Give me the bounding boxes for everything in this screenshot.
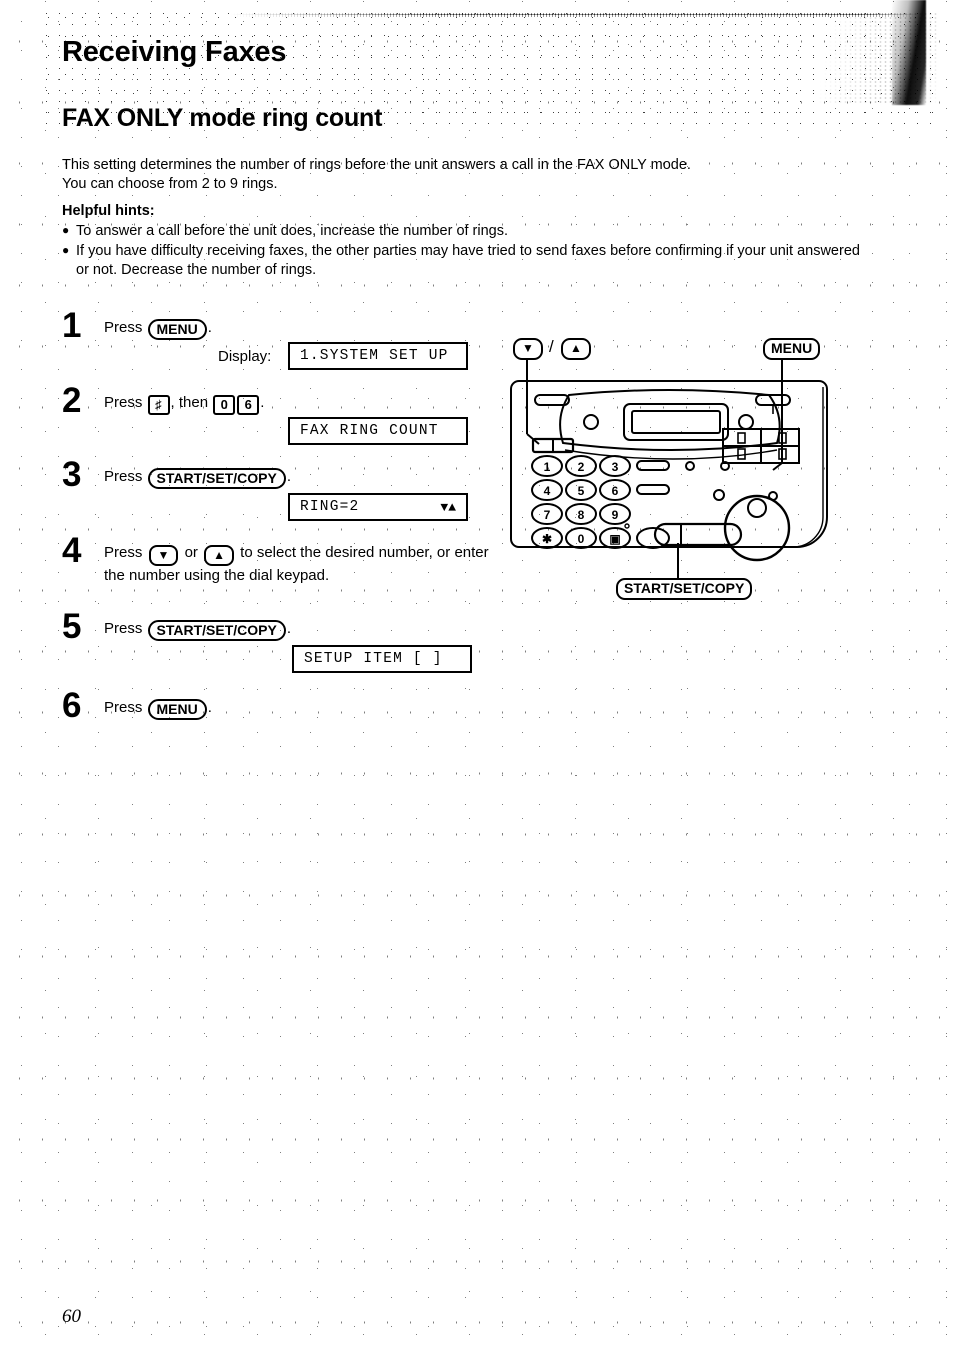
hint-text: If you have difficulty receiving faxes, … bbox=[76, 243, 860, 278]
digit-0-key: 0 bbox=[213, 395, 236, 415]
up-arrow-key: ▲ bbox=[204, 545, 234, 566]
scan-edge-smear-artifact bbox=[818, 12, 938, 104]
chapter-title: Receiving Faxes bbox=[62, 36, 287, 68]
bullet-icon: ● bbox=[62, 223, 70, 237]
svg-text:2: 2 bbox=[578, 460, 585, 474]
step-number: 4 bbox=[62, 531, 82, 570]
intro-line-2: You can choose from 2 to 9 rings. bbox=[62, 176, 278, 192]
step-number: 5 bbox=[62, 607, 82, 646]
hint-text: To answer a call before the unit does, i… bbox=[76, 223, 509, 239]
fax-control-panel-illustration: 1 2 3 4 5 6 7 8 9 ✱ 0 ▣ bbox=[510, 358, 828, 578]
panel-button-side-lower bbox=[636, 484, 670, 495]
or-label: or bbox=[184, 544, 198, 561]
step-number: 1 bbox=[62, 306, 82, 345]
start-set-copy-key: START/SET/COPY bbox=[147, 620, 286, 641]
period: . bbox=[260, 394, 265, 411]
press-label: Press bbox=[104, 699, 143, 716]
step-instruction: Press MENU. bbox=[104, 698, 212, 720]
scan-edge-dark-artifact bbox=[892, 0, 926, 105]
start-set-copy-key: START/SET/COPY bbox=[147, 468, 286, 489]
press-label: Press bbox=[104, 394, 143, 411]
display-label: Display: bbox=[218, 348, 272, 365]
digit-6-key: 6 bbox=[237, 395, 260, 415]
svg-text:6: 6 bbox=[612, 484, 619, 498]
indicator-light-1 bbox=[685, 461, 695, 471]
lcd-text: FAX RING COUNT bbox=[300, 423, 439, 439]
lcd-bezel bbox=[623, 403, 729, 441]
lcd-text: 1.SYSTEM SET UP bbox=[300, 348, 449, 364]
step-instruction: Press ♯, then 06. bbox=[104, 393, 264, 415]
svg-text:8: 8 bbox=[578, 508, 585, 522]
svg-text:7: 7 bbox=[544, 508, 551, 522]
step-number: 6 bbox=[62, 686, 82, 725]
leader-line-menu-elbow bbox=[772, 462, 783, 471]
bullet-icon: ● bbox=[62, 243, 70, 257]
list-item: ● To answer a call before the unit does,… bbox=[62, 222, 862, 241]
section-title: FAX ONLY mode ring count bbox=[62, 104, 383, 132]
indicator-dot bbox=[624, 523, 630, 529]
period: . bbox=[207, 699, 212, 716]
console-button-right bbox=[738, 414, 754, 430]
svg-text:✱: ✱ bbox=[542, 532, 552, 546]
menu-key: MENU bbox=[147, 699, 207, 720]
lcd-text: RING=2 bbox=[300, 499, 360, 515]
dial-knob bbox=[723, 494, 791, 562]
step-instruction: Press MENU. bbox=[104, 318, 212, 340]
page-number: 60 bbox=[62, 1306, 81, 1327]
down-arrow-key: ▼ bbox=[148, 545, 179, 566]
period: . bbox=[286, 620, 291, 637]
intro-line-1: This setting determines the number of ri… bbox=[62, 157, 691, 173]
intro-paragraph: This setting determines the number of ri… bbox=[62, 156, 862, 194]
panel-button-side-upper bbox=[636, 460, 670, 471]
lcd-arrow-indicators: ▼▲ bbox=[440, 499, 456, 515]
button-block-quad bbox=[722, 428, 800, 464]
hash-key: ♯ bbox=[147, 395, 170, 415]
lcd-display-setup-item: SETUP ITEM [ ] bbox=[292, 645, 472, 673]
period: . bbox=[207, 319, 212, 336]
menu-key: MENU bbox=[147, 319, 207, 340]
list-item: ● If you have difficulty receiving faxes… bbox=[62, 242, 862, 280]
indicator-light-3 bbox=[713, 489, 725, 501]
then-label: , then bbox=[170, 394, 209, 411]
svg-text:5: 5 bbox=[578, 484, 585, 498]
step-number: 3 bbox=[62, 455, 82, 494]
svg-text:9: 9 bbox=[612, 508, 619, 522]
press-label: Press bbox=[104, 319, 143, 336]
dial-knob-indicator bbox=[747, 498, 767, 518]
dial-keypad-labels: 1 2 3 4 5 6 7 8 9 ✱ 0 ▣ bbox=[542, 460, 621, 546]
period: . bbox=[286, 468, 291, 485]
lcd-display-ring-value: RING=2 ▼▲ bbox=[288, 493, 468, 521]
step-number: 2 bbox=[62, 381, 82, 420]
svg-text:3: 3 bbox=[612, 460, 619, 474]
console-button-left bbox=[583, 414, 599, 430]
svg-text:4: 4 bbox=[544, 484, 551, 498]
lcd-display-fax-ring-count: FAX RING COUNT bbox=[288, 417, 468, 445]
step-instruction: Press START/SET/COPY. bbox=[104, 619, 291, 641]
svg-text:0: 0 bbox=[578, 532, 585, 546]
step-instruction: Press START/SET/COPY. bbox=[104, 467, 291, 489]
fax-machine-diagram: ▼ / ▲ MENU START/SET/COPY 1 2 3 4 5 6 7 … bbox=[505, 337, 845, 608]
manual-page: Receiving Faxes FAX ONLY mode ring count… bbox=[0, 0, 954, 1349]
step-instruction: Press ▼ or ▲ to select the desired numbe… bbox=[104, 543, 494, 585]
svg-text:1: 1 bbox=[544, 460, 551, 474]
helpful-hints-list: ● To answer a call before the unit does,… bbox=[62, 222, 862, 281]
scan-top-streak-artifact bbox=[230, 13, 920, 17]
lcd-display-system-setup: 1.SYSTEM SET UP bbox=[288, 342, 468, 370]
lcd-screen bbox=[631, 410, 721, 434]
press-label: Press bbox=[104, 620, 143, 637]
press-label: Press bbox=[104, 544, 143, 561]
press-label: Press bbox=[104, 468, 143, 485]
lcd-text: SETUP ITEM [ ] bbox=[304, 651, 443, 667]
helpful-hints-label: Helpful hints: bbox=[62, 203, 155, 219]
svg-text:▣: ▣ bbox=[609, 532, 620, 546]
